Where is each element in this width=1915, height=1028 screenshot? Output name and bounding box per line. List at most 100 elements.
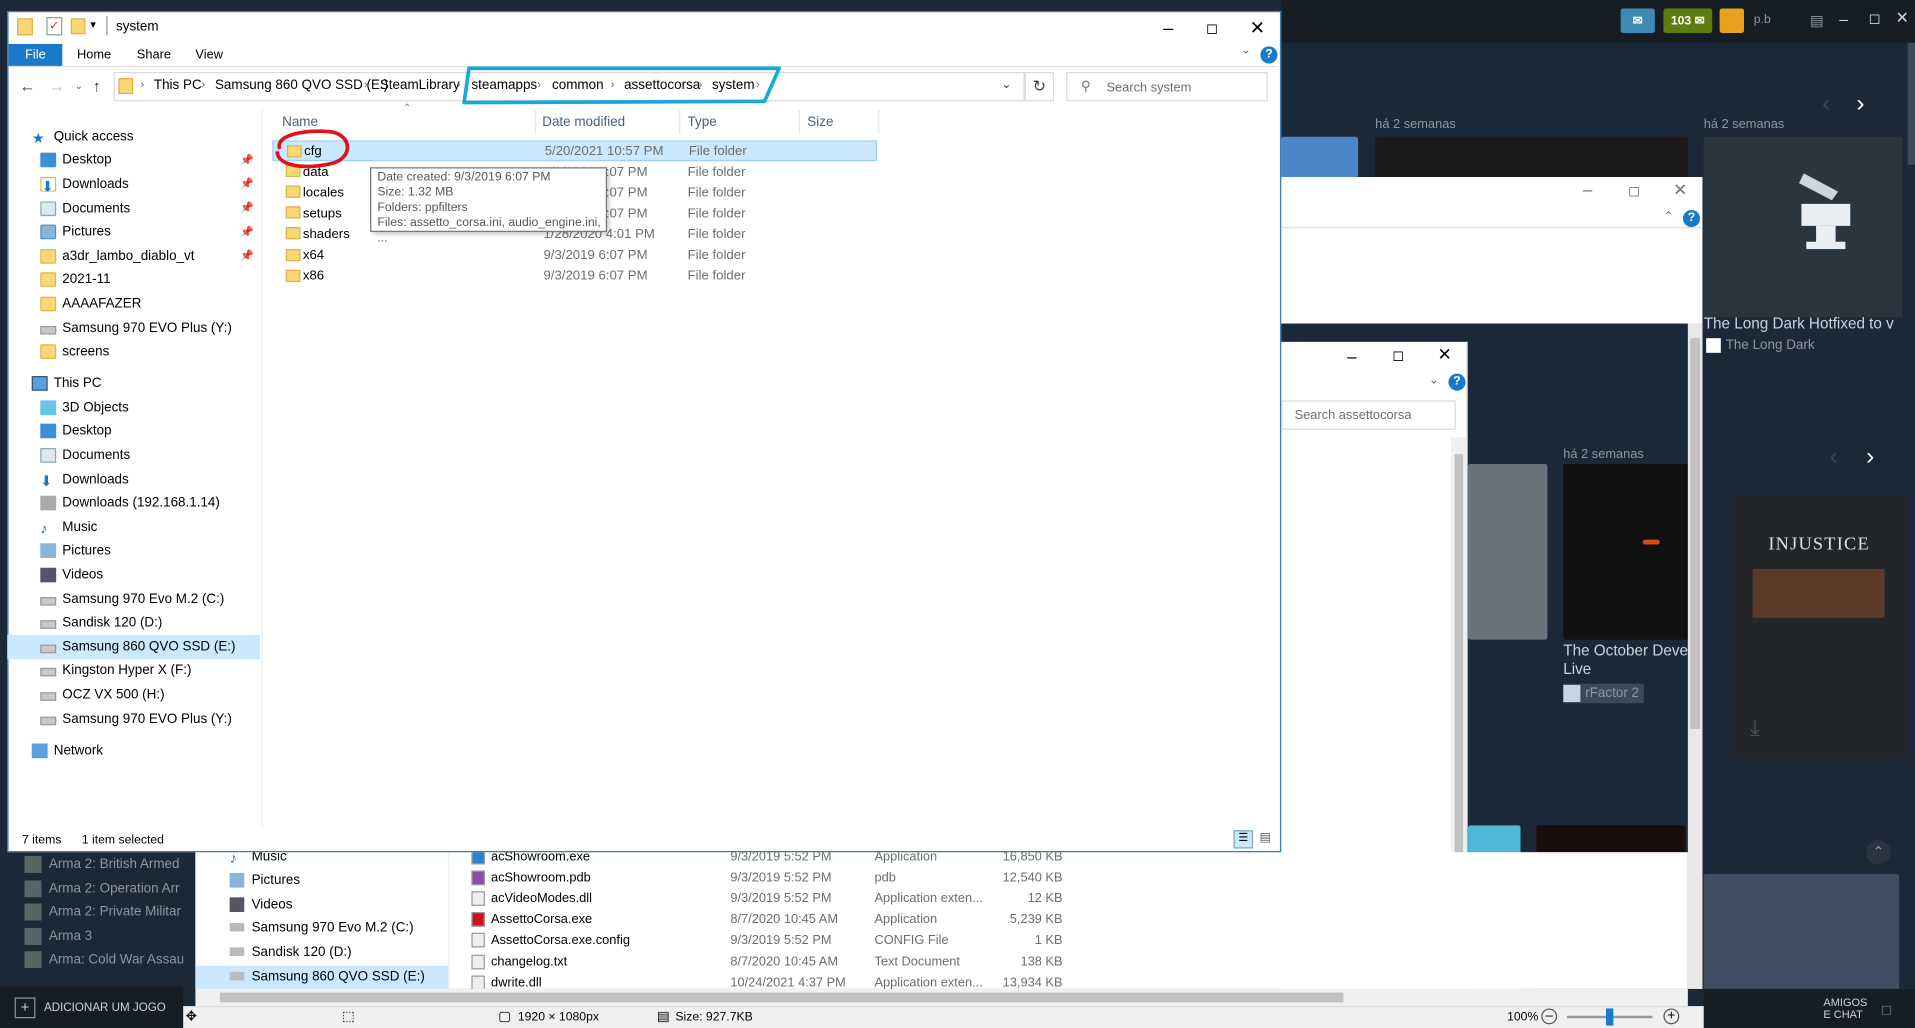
nav-item[interactable]: OCZ VX 500 (H:)	[7, 683, 260, 707]
nav-network[interactable]: Network	[7, 738, 260, 762]
new-folder-icon[interactable]	[70, 18, 86, 35]
news-thumbnail[interactable]	[1703, 136, 1903, 318]
next-arrow-icon[interactable]: ›	[1866, 443, 1874, 471]
zoom-in-button[interactable]: +	[1663, 1008, 1680, 1025]
news-title[interactable]: The October Deve	[1563, 642, 1688, 659]
nav-item[interactable]: Samsung 860 QVO SSD (E:)	[7, 634, 261, 659]
news-title[interactable]: Live	[1563, 661, 1591, 678]
chevron-down-icon[interactable]: ⌄	[1429, 374, 1439, 387]
help-icon[interactable]: ?	[1260, 46, 1278, 64]
help-icon[interactable]: ?	[1682, 209, 1701, 228]
column-type[interactable]: Type	[678, 109, 800, 135]
screenshot-icon[interactable]: ▤	[1810, 12, 1824, 29]
properties-icon[interactable]: ✓	[46, 17, 63, 36]
news-thumbnail[interactable]	[1375, 136, 1688, 179]
nav-item[interactable]: Samsung 970 Evo M.2 (C:)	[7, 587, 260, 611]
nav-item[interactable]: AAAAFAZER	[7, 292, 260, 316]
minimize-icon[interactable]: –	[1347, 347, 1357, 367]
nav-item[interactable]: Pictures	[229, 869, 300, 890]
nav-item[interactable]: Desktop	[7, 419, 260, 443]
tab-share[interactable]: Share	[137, 48, 171, 63]
file-row[interactable]: x86 9/3/2019 6:07 PM File folder	[272, 266, 877, 287]
add-game-button[interactable]: ADICIONAR UM JOGO	[44, 1001, 166, 1014]
prev-arrow-icon[interactable]: ‹	[1830, 443, 1838, 471]
nav-item[interactable]: screens	[7, 340, 260, 364]
minimize-icon[interactable]: –	[1839, 10, 1848, 28]
pin-icon[interactable]: 📌	[240, 178, 254, 191]
nav-item[interactable]: Pictures	[7, 539, 260, 563]
chevron-up-icon[interactable]: ⌃	[1663, 210, 1673, 223]
nav-item[interactable]: Sandisk 120 (D:)	[229, 941, 352, 962]
news-thumbnail[interactable]	[1468, 463, 1548, 640]
chat-icon[interactable]: □	[1882, 1001, 1891, 1018]
pin-icon[interactable]: 📌	[240, 202, 254, 215]
breadcrumb-item[interactable]: Samsung 860 QVO SSD (E:)	[215, 78, 388, 93]
tab-home[interactable]: Home	[77, 48, 111, 63]
recent-dropdown-icon[interactable]: ⌄	[74, 81, 82, 92]
nav-item[interactable]: Samsung 860 QVO SSD (E:)	[229, 966, 425, 987]
news-thumbnail[interactable]	[1281, 136, 1359, 179]
library-item[interactable]: Arma 2: British Armed	[24, 855, 183, 873]
nav-item[interactable]: ⬇ Downloads	[7, 467, 260, 491]
scrollbar[interactable]	[1687, 323, 1703, 989]
nav-item[interactable]: Samsung 970 EVO Plus (Y:)	[7, 316, 260, 340]
address-dropdown-icon[interactable]: ⌄	[1001, 78, 1011, 91]
nav-item[interactable]: a3dr_lambo_diablo_vt 📌	[7, 244, 260, 268]
column-size[interactable]: Size	[798, 109, 880, 135]
search-input[interactable]: Search assettocorsa	[1281, 400, 1456, 430]
scrollbar[interactable]	[195, 988, 1688, 1007]
file-row[interactable]: changelog.txt 8/7/2020 10:45 AM Text Docum…	[471, 951, 1069, 972]
nav-item[interactable]: ♪ Music	[7, 515, 260, 539]
close-icon[interactable]: ✕	[1895, 9, 1908, 29]
announcement-icon[interactable]: ✉	[1620, 8, 1655, 33]
file-row[interactable]: acVideoModes.dll 9/3/2019 5:52 PM Applicat…	[471, 888, 1069, 909]
pin-icon[interactable]: 📌	[240, 154, 254, 167]
minimize-icon[interactable]: –	[1583, 179, 1593, 199]
nav-item[interactable]: Sandisk 120 (D:)	[7, 611, 260, 635]
expand-ribbon-icon[interactable]: ⌄	[1241, 44, 1251, 57]
pin-icon[interactable]: 📌	[240, 225, 254, 238]
file-row[interactable]: AssettoCorsa.exe 8/7/2020 10:45 AM Applica…	[471, 909, 1069, 930]
forward-arrow-icon[interactable]: →	[49, 77, 65, 95]
refresh-icon[interactable]: ↻	[1024, 72, 1054, 102]
friends-label[interactable]: AMIGOS	[1823, 996, 1867, 1008]
prev-arrow-icon[interactable]: ‹	[1822, 90, 1830, 118]
nav-item[interactable]: Downloads (192.168.1.14)	[7, 491, 260, 515]
news-title[interactable]: The Long Dark Hotfixed to v	[1704, 315, 1894, 332]
up-arrow-icon[interactable]: ↑	[93, 77, 101, 95]
file-row[interactable]: cfg 5/20/2021 10:57 PM File folder	[272, 140, 877, 162]
zoom-out-button[interactable]: –	[1541, 1008, 1558, 1025]
close-icon[interactable]: ✕	[1673, 179, 1687, 200]
maximize-icon[interactable]: ◻	[1628, 182, 1640, 199]
nav-item[interactable]: Pictures 📌	[7, 220, 260, 244]
scrollbar[interactable]	[1907, 42, 1915, 165]
nav-quick-access[interactable]: ★ Quick access	[7, 125, 260, 149]
qat-dropdown-icon[interactable]: ▾	[90, 18, 96, 31]
nav-item[interactable]: ⬇ Downloads 📌	[7, 172, 260, 196]
nav-item[interactable]: Samsung 970 Evo M.2 (C:)	[229, 917, 414, 938]
maximize-icon[interactable]: ◻	[1392, 347, 1404, 364]
add-icon[interactable]: +	[14, 997, 36, 1019]
maximize-icon[interactable]: ◻	[1869, 10, 1881, 27]
notifications-badge[interactable]: 103 ✉	[1663, 8, 1713, 33]
nav-item[interactable]: Kingston Hyper X (F:)	[7, 659, 260, 683]
news-thumbnail[interactable]	[1703, 874, 1900, 991]
nav-item[interactable]: Videos	[7, 563, 260, 587]
next-arrow-icon[interactable]: ›	[1856, 90, 1864, 118]
large-icons-view-button[interactable]: ▤	[1257, 831, 1274, 847]
scroll-up-icon[interactable]: ⌃	[1866, 839, 1891, 865]
nav-item[interactable]: Samsung 970 EVO Plus (Y:)	[7, 707, 260, 731]
friends-label[interactable]: E CHAT	[1823, 1008, 1863, 1020]
file-row[interactable]: acShowroom.pdb 9/3/2019 5:52 PM pdb 12,540 …	[471, 867, 1069, 888]
library-item[interactable]: Arma 3	[24, 927, 183, 945]
avatar[interactable]	[1719, 8, 1745, 33]
user-name[interactable]: p.b	[1754, 13, 1771, 26]
back-arrow-icon[interactable]: ←	[20, 77, 36, 95]
nav-item[interactable]: Documents 📌	[7, 196, 260, 220]
breadcrumb-item[interactable]: This PC	[154, 78, 202, 93]
zoom-slider-thumb[interactable]	[1606, 1008, 1614, 1026]
tab-view[interactable]: View	[195, 48, 223, 63]
minimize-button[interactable]: –	[1146, 10, 1191, 47]
game-cover[interactable]: INJUSTICE ⤓	[1730, 495, 1908, 759]
breadcrumb-item[interactable]: SteamLibrary	[380, 78, 460, 93]
